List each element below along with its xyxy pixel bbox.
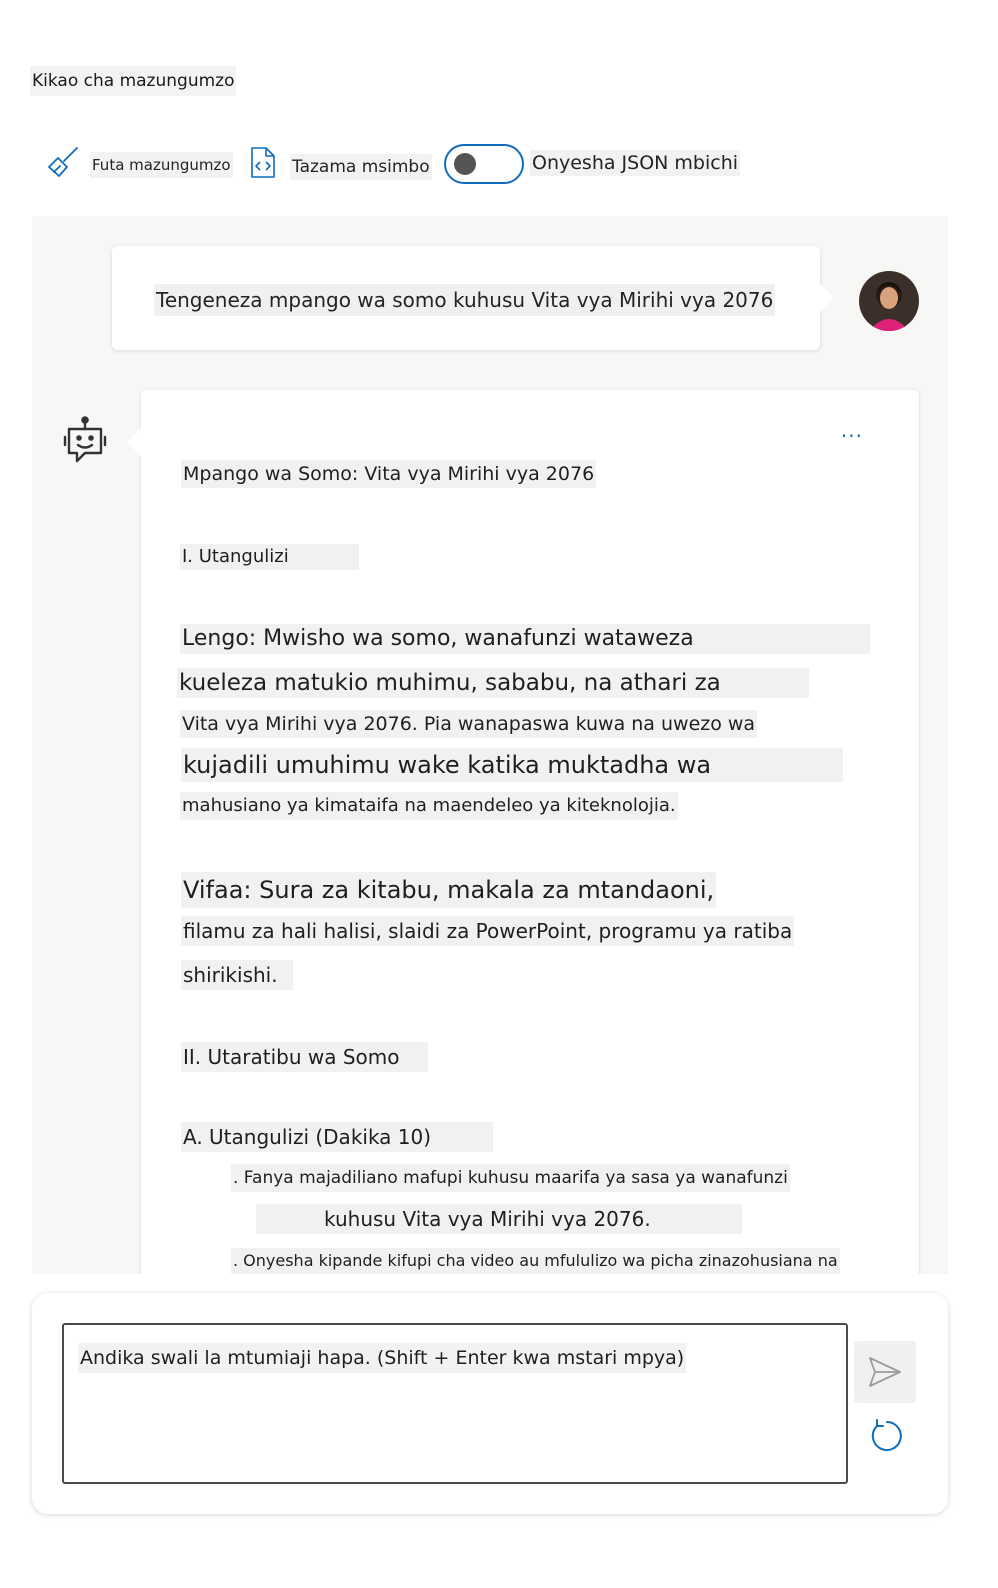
refresh-icon bbox=[871, 1419, 902, 1451]
assistant-line: Lengo: Mwisho wa somo, wanafunzi watawez… bbox=[180, 624, 870, 654]
user-avatar bbox=[859, 271, 919, 331]
assistant-line: . Fanya majadiliano mafupi kuhusu maarif… bbox=[231, 1164, 790, 1192]
assistant-line: I. Utangulizi bbox=[180, 544, 359, 570]
assistant-line: Vita vya Mirihi vya 2076. Pia wanapaswa … bbox=[180, 710, 758, 738]
assistant-line: shirikishi. bbox=[181, 960, 293, 990]
assistant-message: ... Mpango wa Somo: Vita vya Mirihi vya … bbox=[127, 390, 919, 1274]
toggle-knob bbox=[454, 153, 476, 175]
page-title: Kikao cha mazungumzo bbox=[30, 66, 237, 96]
assistant-line: . Onyesha kipande kifupi cha video au mf… bbox=[231, 1248, 840, 1274]
send-icon bbox=[869, 1357, 901, 1387]
reset-button[interactable] bbox=[866, 1417, 904, 1455]
raw-json-toggle[interactable] bbox=[444, 144, 524, 184]
assistant-line: filamu za hali halisi, slaidi za PowerPo… bbox=[181, 916, 795, 946]
input-placeholder: Andika swali la mtumiaji hapa. (Shift + … bbox=[78, 1343, 687, 1373]
chat-input-panel: Andika swali la mtumiaji hapa. (Shift + … bbox=[32, 1293, 948, 1514]
clear-chat-button[interactable]: Futa mazungumzo bbox=[90, 152, 233, 178]
assistant-line: II. Utaratibu wa Somo bbox=[181, 1042, 428, 1072]
assistant-line: kujadili umuhimu wake katika muktadha wa bbox=[181, 748, 843, 782]
broom-icon[interactable] bbox=[46, 146, 80, 180]
assistant-line: mahusiano ya kimataifa na maendeleo ya k… bbox=[180, 792, 678, 820]
user-message-text: Tengeneza mpango wa somo kuhusu Vita vya… bbox=[154, 284, 776, 316]
code-file-icon[interactable] bbox=[247, 146, 281, 180]
user-message: Tengeneza mpango wa somo kuhusu Vita vya… bbox=[112, 246, 834, 350]
assistant-line: Mpango wa Somo: Vita vya Mirihi vya 2076 bbox=[181, 460, 597, 488]
chat-toolbar: Futa mazungumzo Tazama msimbo Onyesha JS… bbox=[0, 140, 998, 188]
raw-json-toggle-label: Onyesha JSON mbichi bbox=[530, 150, 741, 176]
assistant-line: A. Utangulizi (Dakika 10) bbox=[181, 1122, 493, 1152]
view-code-button[interactable]: Tazama msimbo bbox=[290, 154, 432, 180]
send-button[interactable] bbox=[854, 1341, 916, 1403]
bot-icon bbox=[62, 416, 108, 468]
assistant-line: Vifaa: Sura za kitabu, makala za mtandao… bbox=[181, 872, 717, 908]
more-options-button[interactable]: ... bbox=[841, 420, 863, 440]
assistant-line: kuhusu Vita vya Mirihi vya 2076. bbox=[256, 1204, 742, 1234]
user-query-textarea[interactable]: Andika swali la mtumiaji hapa. (Shift + … bbox=[62, 1323, 848, 1484]
assistant-line: kueleza matukio muhimu, sababu, na athar… bbox=[177, 668, 809, 698]
chat-transcript[interactable]: Tengeneza mpango wa somo kuhusu Vita vya… bbox=[32, 216, 948, 1274]
